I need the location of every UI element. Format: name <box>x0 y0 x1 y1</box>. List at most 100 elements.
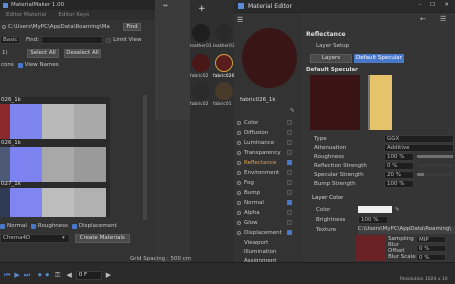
maximize-button[interactable]: ☐ <box>430 2 435 8</box>
channel-checkbox[interactable] <box>287 200 292 205</box>
eyedropper-icon[interactable]: ✎ <box>395 207 400 213</box>
material-swatch-selected[interactable] <box>215 54 233 72</box>
tab-editor-keys[interactable]: Editor Keys <box>52 12 95 18</box>
attenuation-select[interactable]: Additive <box>384 143 454 152</box>
channel-bump[interactable]: Bump <box>234 188 294 198</box>
texture-thumb-displacement[interactable] <box>74 147 106 182</box>
record-icon[interactable]: ⏺ <box>38 271 42 280</box>
play-icon[interactable]: ▶ <box>14 271 19 279</box>
find-button[interactable]: Find <box>123 23 141 31</box>
channel-checkbox[interactable] <box>287 120 292 125</box>
texture-path[interactable]: C:\Users\MyPC\AppData\Roaming\ <box>357 225 455 234</box>
sampling-select[interactable]: MIP <box>416 235 446 243</box>
key-icon[interactable]: ⚿ <box>55 271 60 280</box>
channel-glow[interactable]: Glow <box>234 218 294 228</box>
find-input[interactable] <box>41 36 104 44</box>
material-swatch[interactable] <box>215 24 233 42</box>
texture-thumb-displacement[interactable] <box>74 104 106 139</box>
limit-view-checkbox[interactable] <box>106 37 112 43</box>
specular-input[interactable]: 20 % <box>384 170 414 179</box>
roughness-input[interactable]: 100 % <box>384 152 414 161</box>
editor-item-illumination[interactable]: Illumination <box>234 247 294 256</box>
go-end-icon[interactable]: ⏭ <box>24 271 30 280</box>
texture-thumb-roughness[interactable] <box>42 104 74 139</box>
texture-thumb-displacement[interactable] <box>74 188 106 217</box>
channel-normal[interactable]: Normal <box>234 198 294 208</box>
frame-input[interactable]: 0 F <box>75 270 102 280</box>
minimize-button[interactable]: – <box>418 2 421 8</box>
reflection-input[interactable]: 0 % <box>384 161 414 170</box>
channel-checkbox[interactable] <box>287 140 292 145</box>
texture-thumbnail[interactable] <box>356 235 386 261</box>
scrollbar[interactable] <box>143 95 147 220</box>
channel-displacement[interactable]: Displacement <box>234 228 294 238</box>
autokey-icon[interactable]: ⏺ <box>46 271 50 280</box>
roughness-checkbox[interactable] <box>30 223 36 229</box>
channel-checkbox[interactable] <box>287 220 292 225</box>
viewport[interactable]: ↔ <box>155 0 190 262</box>
channel-checkbox[interactable] <box>287 210 292 215</box>
bump-input[interactable]: 100 % <box>384 179 414 188</box>
specular-slider[interactable] <box>417 173 453 176</box>
channel-fog[interactable]: Fog <box>234 178 294 188</box>
path-field[interactable]: C:\Users\MyPC\AppData\Roaming\Ma <box>8 24 120 30</box>
texture-thumb-roughness[interactable] <box>42 188 74 217</box>
material-swatch[interactable] <box>192 82 210 100</box>
channel-checkbox[interactable] <box>287 180 292 185</box>
blur-scale-input[interactable]: 0 % <box>416 253 446 261</box>
path-toggle[interactable] <box>2 25 6 29</box>
close-icon[interactable]: ✕ <box>444 2 449 8</box>
texture-thumb-roughness[interactable] <box>42 147 74 182</box>
deselect-all-button[interactable]: Deselect All <box>64 48 101 58</box>
select-all-button[interactable]: Select All <box>27 48 59 58</box>
tab-editor-material[interactable]: Editor Material <box>0 12 52 18</box>
normal-checkbox[interactable] <box>0 223 5 229</box>
channel-transparency[interactable]: Transparency <box>234 148 294 158</box>
tab-default-specular[interactable]: Default Specular <box>354 53 404 63</box>
next-frame-icon[interactable]: ▶ <box>106 271 111 279</box>
editor-item-viewport[interactable]: Viewport <box>234 238 294 247</box>
channel-checkbox[interactable] <box>287 190 292 195</box>
channel-environment[interactable]: Environment <box>234 168 294 178</box>
channel-alpha[interactable]: Alpha <box>234 208 294 218</box>
viewport-icon[interactable]: ↔ <box>163 3 177 11</box>
roughness-slider[interactable] <box>417 155 453 158</box>
type-select[interactable]: GGX <box>384 134 454 143</box>
create-materials-button[interactable]: Create Materials <box>74 233 130 243</box>
channel-luminance[interactable]: Luminance <box>234 138 294 148</box>
add-material-icon[interactable]: + <box>198 4 206 14</box>
prev-frame-icon[interactable]: ◀ <box>66 271 71 279</box>
reflection-slider[interactable] <box>417 164 453 167</box>
preset-select[interactable]: Basic <box>0 36 20 44</box>
texture-thumb-color[interactable] <box>0 147 10 182</box>
view-names-checkbox[interactable] <box>17 62 23 68</box>
displacement-checkbox[interactable] <box>71 223 77 229</box>
renderer-select[interactable]: Chema4D <box>0 233 70 243</box>
color-swatch[interactable] <box>358 206 392 213</box>
blur-offset-input[interactable]: 0 % <box>416 244 446 252</box>
texture-thumb-normal[interactable] <box>10 188 42 217</box>
layer-color-header[interactable]: Layer Color <box>312 195 343 201</box>
channel-checkbox[interactable] <box>287 130 292 135</box>
material-swatch[interactable] <box>192 24 210 42</box>
channel-diffusion[interactable]: Diffusion <box>234 128 294 138</box>
editor-menu-icon[interactable]: ☰ <box>237 16 243 24</box>
channel-checkbox[interactable] <box>287 160 292 165</box>
go-start-icon[interactable]: ⏮ <box>4 271 10 280</box>
brightness-input[interactable]: 100 % <box>358 215 388 224</box>
texture-thumb-normal[interactable] <box>10 104 42 139</box>
texture-thumb-color[interactable] <box>0 104 10 139</box>
material-swatch[interactable] <box>192 54 210 72</box>
channel-checkbox[interactable] <box>287 150 292 155</box>
pick-icon[interactable]: ✎ <box>290 108 295 114</box>
channel-color[interactable]: Color <box>234 118 294 128</box>
tab-layers[interactable]: Layers <box>310 53 352 63</box>
texture-thumb-color[interactable] <box>0 188 10 217</box>
menu-icon[interactable]: ☰ <box>440 15 446 23</box>
back-icon[interactable]: ← <box>420 15 426 23</box>
channel-checkbox[interactable] <box>287 170 292 175</box>
channel-checkbox[interactable] <box>287 230 292 235</box>
channel-reflectance[interactable]: Reflectance <box>234 158 294 168</box>
material-swatch[interactable] <box>215 82 233 100</box>
texture-thumb-normal[interactable] <box>10 147 42 182</box>
